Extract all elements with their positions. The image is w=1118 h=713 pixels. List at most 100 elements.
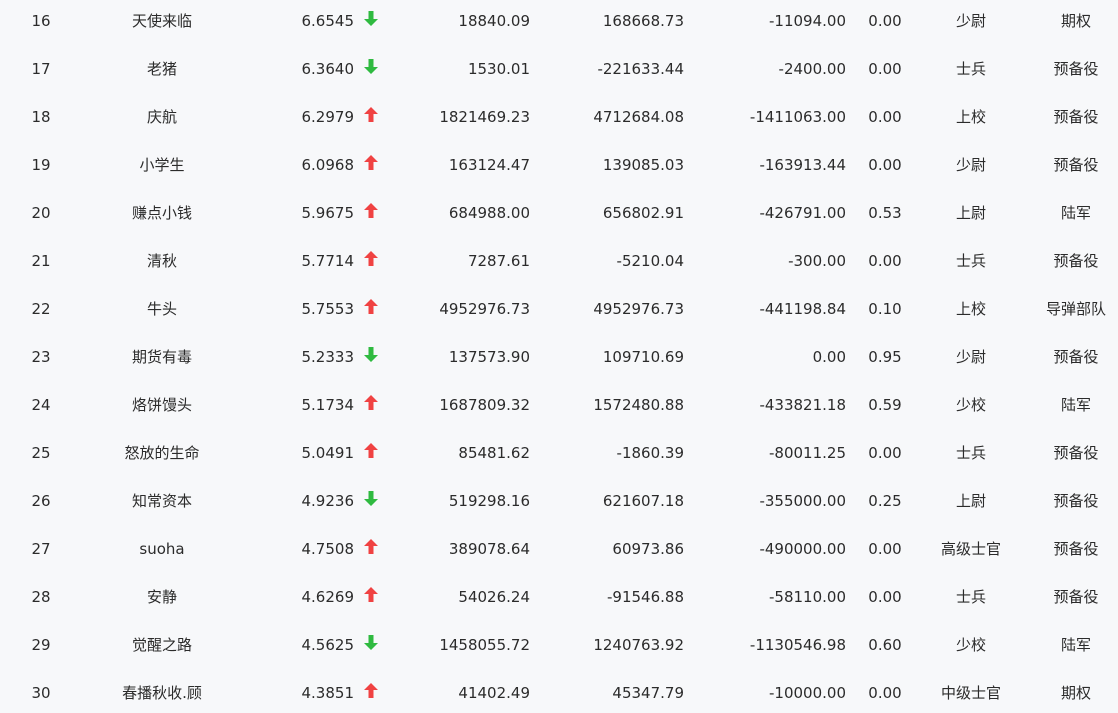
arrow-up-icon [360,240,382,288]
table-row[interactable]: 18 庆航 6.2979 1821469.23 4712684.08 -1411063.0… [0,96,1118,144]
military-rank-cell: 上尉 [955,492,986,510]
value2-cell: 4712684.08 [593,108,684,126]
trader-name: 牛头 [146,300,177,318]
unit-cell: 预备役 [1053,108,1099,126]
ratio-cell: 0.25 [868,492,902,510]
military-rank-cell: 少尉 [955,12,986,30]
arrow-up-icon [360,96,382,144]
military-rank-cell: 少尉 [955,348,986,366]
table-row[interactable]: 17 老猪 6.3640 1530.01 -221633.44 -2400.00 0.00 士… [0,48,1118,96]
value3-cell: -2400.00 [778,60,846,78]
table-row[interactable]: 19 小学生 6.0968 163124.47 139085.03 -163913.44 0… [0,144,1118,192]
military-rank-cell: 上校 [955,108,986,126]
ratio-cell: 0.00 [868,588,902,606]
table-row[interactable]: 28 安静 4.6269 54026.24 -91546.88 -58110.00 0.00… [0,576,1118,624]
ratio-cell: 0.00 [868,540,902,558]
unit-cell: 预备役 [1053,444,1099,462]
arrow-down-icon [360,0,382,48]
unit-cell: 预备役 [1053,60,1099,78]
table-row[interactable]: 21 清秋 5.7714 7287.61 -5210.04 -300.00 0.00 士兵 预备… [0,240,1118,288]
trader-name: 老猪 [146,60,177,78]
military-rank-cell: 少校 [955,396,986,414]
table-row[interactable]: 25 怒放的生命 5.0491 85481.62 -1860.39 -80011.25 0.… [0,432,1118,480]
military-rank-cell: 高级士官 [940,540,1001,558]
table-row[interactable]: 23 期货有毒 5.2333 137573.90 109710.69 0.00 0.95 少尉… [0,336,1118,384]
table-row[interactable]: 27 suoha 4.7508 389078.64 60973.86 -490000.00… [0,528,1118,576]
rank-cell: 24 [31,396,51,414]
unit-cell: 预备役 [1053,156,1099,174]
ratio-cell: 0.59 [868,396,902,414]
value1-cell: 85481.62 [458,444,530,462]
value3-cell: -11094.00 [769,12,846,30]
ratio-cell: 0.00 [868,156,902,174]
score-cell: 4.7508 [301,540,355,558]
value2-cell: 1240763.92 [593,636,684,654]
trader-name: 期货有毒 [131,348,192,366]
value1-cell: 389078.64 [448,540,530,558]
trader-name: 清秋 [146,252,177,270]
unit-cell: 陆军 [1060,396,1091,414]
military-rank-cell: 士兵 [955,60,986,78]
score-cell: 4.9236 [301,492,355,510]
score-cell: 5.2333 [301,348,355,366]
trader-name: 庆航 [146,108,177,126]
trader-name: 觉醒之路 [131,636,192,654]
arrow-up-icon [360,192,382,240]
unit-cell: 预备役 [1053,492,1099,510]
score-cell: 5.1734 [301,396,355,414]
ratio-cell: 0.00 [868,108,902,126]
value2-cell: -1860.39 [616,444,684,462]
ratio-cell: 0.53 [868,204,902,222]
arrow-up-icon [360,576,382,624]
arrow-up-icon [360,432,382,480]
arrow-up-icon [360,288,382,336]
value3-cell: -490000.00 [759,540,846,558]
value1-cell: 1687809.32 [439,396,530,414]
military-rank-cell: 上尉 [955,204,986,222]
table-row[interactable]: 16 天使来临 6.6545 18840.09 168668.73 -11094.00 0.… [0,0,1118,48]
unit-cell: 期权 [1060,12,1091,30]
table-row[interactable]: 26 知常资本 4.9236 519298.16 621607.18 -355000.00… [0,480,1118,528]
value1-cell: 137573.90 [448,348,530,366]
table-row[interactable]: 24 烙饼馒头 5.1734 1687809.32 1572480.88 -433821.… [0,384,1118,432]
table-row[interactable]: 20 赚点小钱 5.9675 684988.00 656802.91 -426791.00… [0,192,1118,240]
value1-cell: 1821469.23 [439,108,530,126]
score-cell: 6.6545 [301,12,355,30]
rank-cell: 26 [31,492,51,510]
score-cell: 5.7553 [301,300,355,318]
value2-cell: 139085.03 [602,156,684,174]
unit-cell: 预备役 [1053,588,1099,606]
trader-name: 烙饼馒头 [131,396,192,414]
rank-cell: 29 [31,636,51,654]
value3-cell: -1411063.00 [749,108,846,126]
rank-cell: 25 [31,444,51,462]
military-rank-cell: 少校 [955,636,986,654]
trader-name: 怒放的生命 [124,444,200,462]
rank-cell: 17 [31,60,51,78]
value2-cell: -5210.04 [616,252,684,270]
military-rank-cell: 少尉 [955,156,986,174]
arrow-down-icon [360,48,382,96]
ratio-cell: 0.00 [868,60,902,78]
value3-cell: -58110.00 [769,588,846,606]
trader-name: 知常资本 [131,492,192,510]
ratio-cell: 0.00 [868,12,902,30]
ratio-cell: 0.10 [868,300,902,318]
value1-cell: 1530.01 [467,60,530,78]
value1-cell: 18840.09 [458,12,530,30]
table-row[interactable]: 22 牛头 5.7553 4952976.73 4952976.73 -441198.84… [0,288,1118,336]
table-row[interactable]: 29 觉醒之路 4.5625 1458055.72 1240763.92 -1130546… [0,624,1118,672]
score-cell: 4.3851 [301,684,355,702]
value2-cell: 109710.69 [602,348,684,366]
value2-cell: -221633.44 [597,60,684,78]
ratio-cell: 0.00 [868,684,902,702]
rank-cell: 19 [31,156,51,174]
ratio-cell: 0.95 [868,348,902,366]
ranking-table: 16 天使来临 6.6545 18840.09 168668.73 -11094.00 0.… [0,0,1118,713]
rank-cell: 30 [31,684,51,702]
value1-cell: 7287.61 [467,252,530,270]
value1-cell: 163124.47 [448,156,530,174]
value3-cell: -300.00 [788,252,846,270]
military-rank-cell: 士兵 [955,588,986,606]
table-row[interactable]: 30 春播秋收.顾 4.3851 41402.49 45347.79 -10000.00 0… [0,672,1118,713]
